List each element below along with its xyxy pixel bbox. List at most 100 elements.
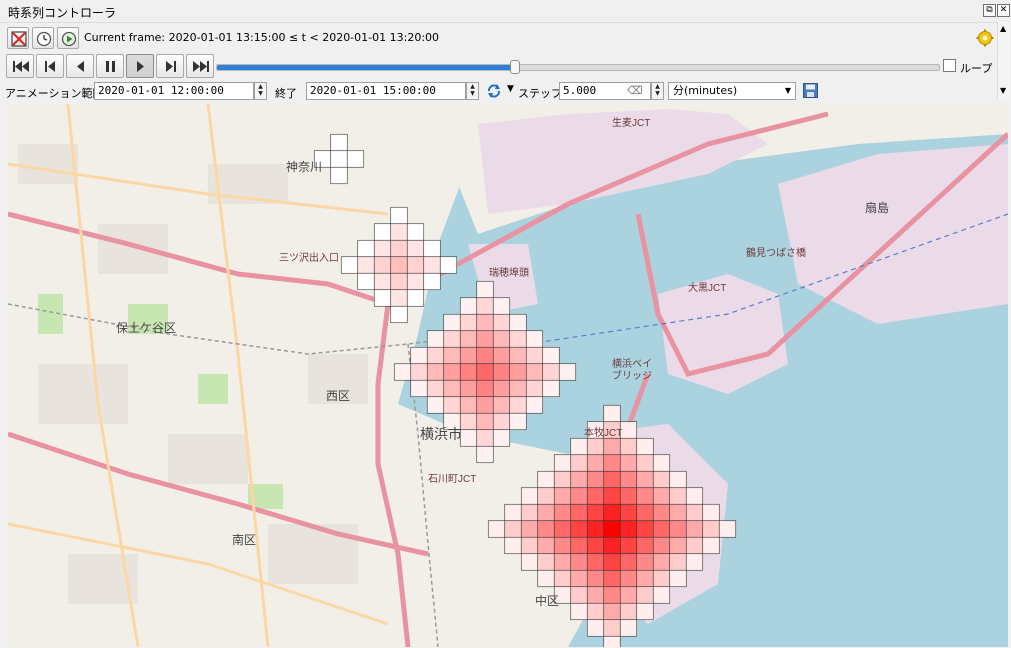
pause-button[interactable] xyxy=(96,54,124,78)
settings-gear-icon[interactable] xyxy=(976,29,994,47)
skip-to-end-button[interactable] xyxy=(186,54,214,78)
play-circle-icon xyxy=(61,31,77,47)
animated-mode-button[interactable] xyxy=(57,27,79,49)
grid-cell xyxy=(476,313,494,332)
time-slider[interactable] xyxy=(216,60,940,74)
range-start-field[interactable]: 2020-01-01 12:00:00 xyxy=(94,82,254,100)
grid-cell xyxy=(459,429,478,447)
grid-cell xyxy=(520,503,539,522)
clock-icon xyxy=(36,31,52,47)
grid-cell xyxy=(459,396,478,414)
loop-checkbox[interactable] xyxy=(943,59,956,72)
grid-cell xyxy=(685,520,704,538)
grid-cell xyxy=(586,586,605,604)
range-end-field[interactable]: 2020-01-01 15:00:00 xyxy=(306,82,466,100)
range-toolbar: アニメーション範囲 2020-01-01 12:00:00 ▲ ▼ 終了 2020… xyxy=(0,82,1011,102)
grid-cell xyxy=(652,520,671,538)
scroll-up-icon[interactable]: ▲ xyxy=(1000,24,1006,33)
step-unit-select[interactable]: 分(minutes) ▼ xyxy=(668,82,796,100)
grid-cell xyxy=(476,280,494,299)
grid-cell xyxy=(520,536,539,555)
grid-cell xyxy=(509,330,527,348)
grid-cell xyxy=(504,520,522,538)
scroll-down-icon[interactable]: ▼ xyxy=(1000,86,1006,95)
grid-cell xyxy=(542,346,560,365)
grid-cell xyxy=(586,536,605,555)
grid-cell xyxy=(390,289,408,307)
animation-range-label: アニメーション範囲 xyxy=(5,87,104,100)
grid-cell xyxy=(636,520,654,538)
save-icon[interactable] xyxy=(803,83,818,98)
grid-cell xyxy=(553,569,572,588)
grid-cell xyxy=(373,239,392,258)
clear-step-icon[interactable]: ⌫ xyxy=(627,84,643,97)
disable-temporal-button[interactable] xyxy=(7,27,29,49)
grid-cell xyxy=(406,223,425,241)
grid-cell xyxy=(619,503,638,522)
grid-cell xyxy=(570,454,588,472)
step-back-button[interactable] xyxy=(36,54,64,78)
grid-cell xyxy=(652,586,671,604)
map-canvas[interactable]: 神奈川 保土ケ谷区 西区 横浜市 南区 中区 扇島 瑞穂埠頭 横浜ベイ ブリッジ 鶴見つばさ橋 大黒J… xyxy=(8,104,1008,647)
map-label-mitsuzawa: 三ツ沢出入口 xyxy=(279,251,339,264)
step-forward-button[interactable] xyxy=(156,54,184,78)
grid-cell xyxy=(476,445,494,464)
range-end-spinner[interactable]: ▲ ▼ xyxy=(466,82,479,100)
close-button[interactable]: ✕ xyxy=(997,4,1010,17)
grid-cell xyxy=(619,602,638,621)
grid-cell xyxy=(410,379,428,398)
grid-cell xyxy=(553,520,572,538)
step-mode-dropdown-icon[interactable]: ▼ xyxy=(507,84,514,94)
grid-cell xyxy=(459,346,478,365)
grid-cell xyxy=(509,396,527,414)
grid-cell xyxy=(586,520,605,538)
panel-scrollbar[interactable]: ▲ ▼ xyxy=(997,22,1010,100)
play-backward-button[interactable] xyxy=(66,54,94,78)
play-forward-button[interactable] xyxy=(126,54,154,78)
grid-cell xyxy=(492,396,511,414)
grid-cell xyxy=(570,569,588,588)
grid-cell xyxy=(619,437,638,456)
grid-cell xyxy=(492,379,511,398)
grid-cell xyxy=(537,536,555,555)
restore-button[interactable]: ⧉ xyxy=(983,4,996,17)
grid-cell xyxy=(652,553,671,571)
grid-cell xyxy=(553,487,572,505)
grid-cell xyxy=(603,454,621,472)
grid-cell xyxy=(603,602,621,621)
grid-cell xyxy=(426,379,445,398)
grid-cell xyxy=(553,470,572,489)
grid-cell xyxy=(330,133,348,152)
grid-cell xyxy=(476,396,494,414)
grid-cell xyxy=(652,536,671,555)
grid-cell xyxy=(586,553,605,571)
time-slider-handle[interactable] xyxy=(510,60,521,74)
map-svg: 神奈川保土ケ谷区西区横浜市南区中区 扇島瑞穂埠頭横浜ベイブリッジ 鶴見つばさ橋大黒J… xyxy=(8,104,1008,647)
grid-cell xyxy=(443,396,461,414)
grid-cell xyxy=(553,553,572,571)
grid-cell xyxy=(603,536,621,555)
grid-cell xyxy=(652,470,671,489)
skip-to-start-button[interactable] xyxy=(6,54,34,78)
panel-titlebar: 時系列コントローラ ⧉ ✕ xyxy=(0,0,1011,23)
grid-cell xyxy=(390,256,408,274)
refresh-icon[interactable] xyxy=(486,83,502,99)
grid-cell xyxy=(586,619,605,637)
grid-cell xyxy=(476,330,494,348)
fixed-range-button[interactable] xyxy=(32,27,54,49)
map-label-ogishima: 扇島 xyxy=(865,200,889,215)
map-label-hodogaya-ku: 保土ケ谷区 xyxy=(116,321,176,335)
range-start-spinner[interactable]: ▲ ▼ xyxy=(254,82,267,100)
grid-cell xyxy=(636,586,654,604)
grid-cell xyxy=(357,239,375,258)
step-spinner[interactable]: ▲ ▼ xyxy=(651,82,664,100)
grid-cell xyxy=(542,379,560,398)
step-back-icon xyxy=(45,61,55,72)
grid-cell xyxy=(619,619,638,637)
grid-cell xyxy=(553,503,572,522)
grid-cell xyxy=(570,602,588,621)
grid-cell xyxy=(426,396,445,414)
grid-cell xyxy=(504,503,522,522)
grid-cell xyxy=(603,487,621,505)
grid-cell xyxy=(558,363,577,381)
